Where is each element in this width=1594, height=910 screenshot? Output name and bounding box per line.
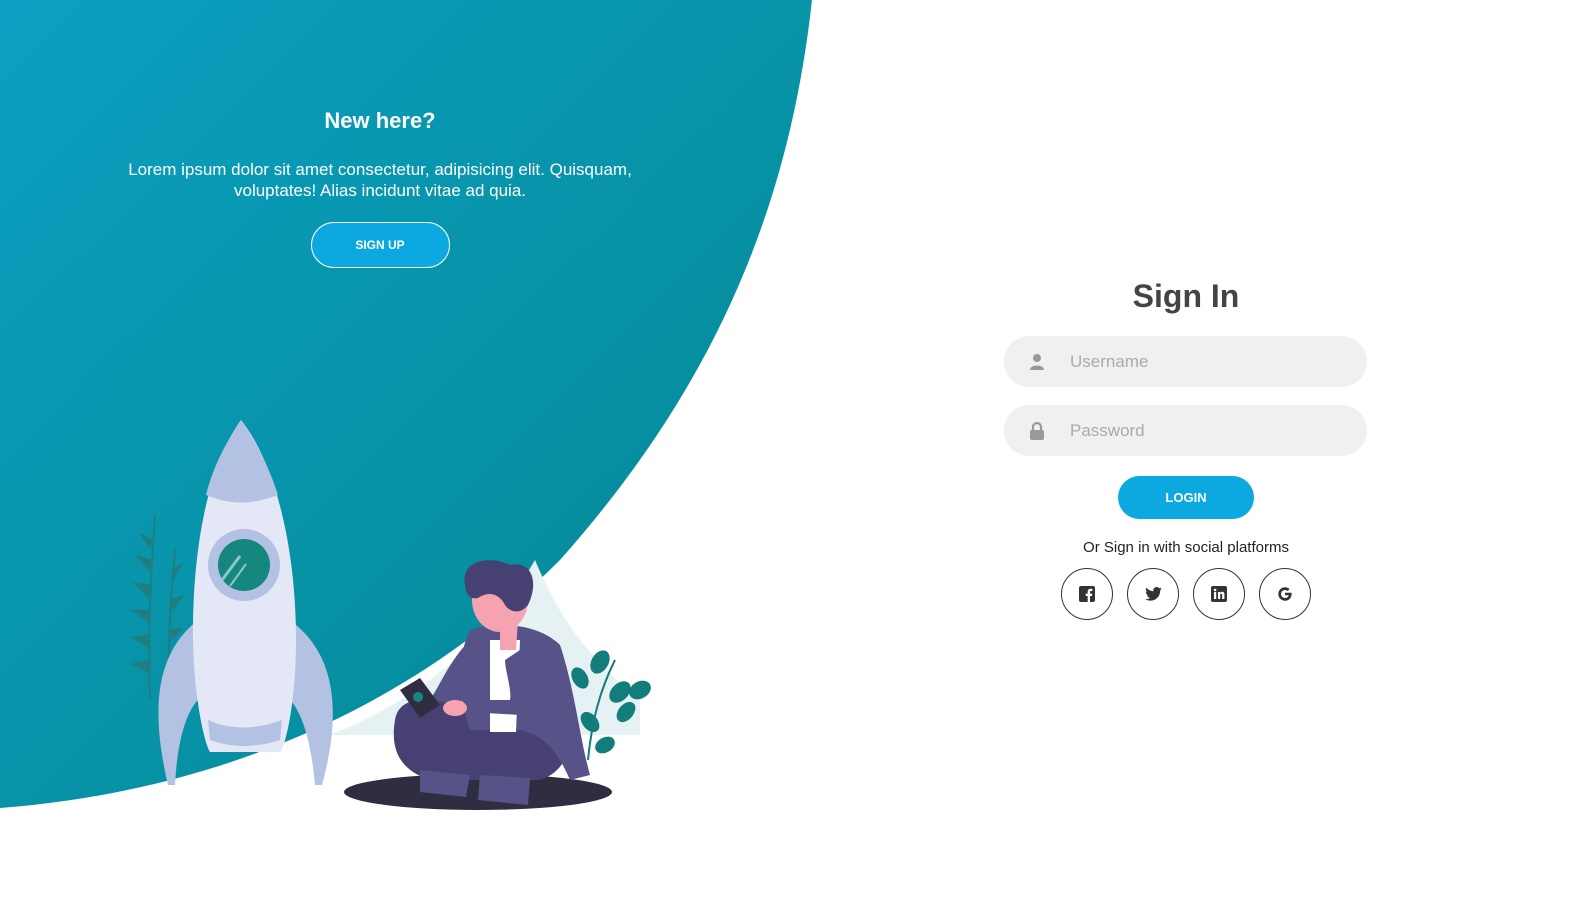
left-panel: New here? Lorem ipsum dolor sit amet con… [0,0,760,910]
social-text: Or Sign in with social platforms [1083,539,1289,556]
sign-in-title: Sign In [1132,278,1240,314]
twitter-icon [1144,587,1162,601]
google-icon [1278,587,1292,601]
login-button[interactable]: LOGIN [1118,476,1254,519]
username-input[interactable] [1070,336,1367,387]
password-input[interactable] [1070,405,1367,456]
linkedin-icon [1211,586,1227,602]
sign-in-form: Sign In LOGIN Or Sign in with social pla… [1004,278,1368,620]
facebook-button[interactable] [1061,568,1113,620]
linkedin-button[interactable] [1193,568,1245,620]
panel-title: New here? [324,108,436,133]
facebook-icon [1079,586,1095,602]
password-field[interactable] [1004,405,1367,456]
social-media [1004,568,1368,620]
google-button[interactable] [1259,568,1311,620]
login-page: New here? Lorem ipsum dolor sit amet con… [0,0,1594,910]
lock-icon [1004,405,1070,456]
twitter-button[interactable] [1127,568,1179,620]
username-field[interactable] [1004,336,1367,387]
user-icon [1004,336,1070,387]
panel-content: New here? Lorem ipsum dolor sit amet con… [60,108,700,268]
sign-up-button[interactable]: SIGN UP [310,222,450,268]
panel-description: Lorem ipsum dolor sit amet consectetur, … [128,160,632,200]
